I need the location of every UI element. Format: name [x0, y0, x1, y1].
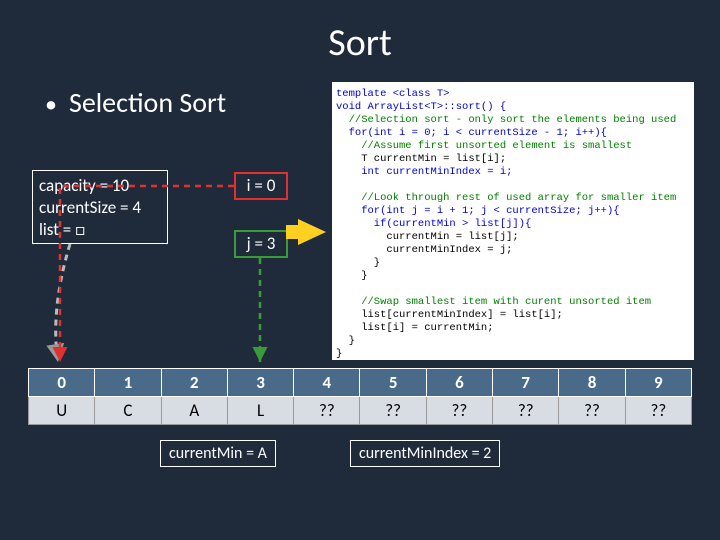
val-cell: ??	[426, 397, 492, 425]
val-cell: ??	[493, 397, 559, 425]
array-table: 0 1 2 3 4 5 6 7 8 9 U C A L ?? ?? ?? ?? …	[28, 368, 692, 425]
idx-cell: 3	[227, 369, 293, 397]
val-cell: ??	[360, 397, 426, 425]
idx-cell: 4	[294, 369, 360, 397]
idx-cell: 9	[625, 369, 691, 397]
table-value-row: U C A L ?? ?? ?? ?? ?? ??	[29, 397, 692, 425]
idx-cell: 7	[493, 369, 559, 397]
val-cell: L	[227, 397, 293, 425]
currentmin-label: currentMin = A	[160, 440, 276, 467]
idx-cell: 8	[559, 369, 625, 397]
bullet-selection-sort: • Selection Sort	[45, 85, 226, 120]
idx-cell: 5	[360, 369, 426, 397]
idx-cell: 1	[95, 369, 161, 397]
object-state-box: capacity = 10 currentSize = 4 list = □	[32, 170, 168, 244]
currentsize-line: currentSize = 4	[39, 197, 161, 219]
val-cell: C	[95, 397, 161, 425]
list-line: list = □	[39, 219, 161, 241]
idx-cell: 6	[426, 369, 492, 397]
idx-cell: 0	[29, 369, 95, 397]
bullet-dot: •	[45, 90, 57, 119]
idx-cell: 2	[161, 369, 227, 397]
val-cell: A	[161, 397, 227, 425]
code-snippet: template <class T> void ArrayList<T>::so…	[332, 82, 694, 360]
capacity-line: capacity = 10	[39, 175, 161, 197]
currentminindex-label: currentMinIndex = 2	[350, 440, 500, 467]
bullet-text: Selection Sort	[69, 85, 226, 120]
i-variable-box: i = 0	[234, 172, 288, 200]
highlight-arrow-icon	[298, 219, 326, 245]
val-cell: U	[29, 397, 95, 425]
table-header-row: 0 1 2 3 4 5 6 7 8 9	[29, 369, 692, 397]
val-cell: ??	[559, 397, 625, 425]
slide-title: Sort	[0, 20, 720, 66]
j-variable-box: j = 3	[234, 230, 288, 258]
val-cell: ??	[625, 397, 691, 425]
val-cell: ??	[294, 397, 360, 425]
